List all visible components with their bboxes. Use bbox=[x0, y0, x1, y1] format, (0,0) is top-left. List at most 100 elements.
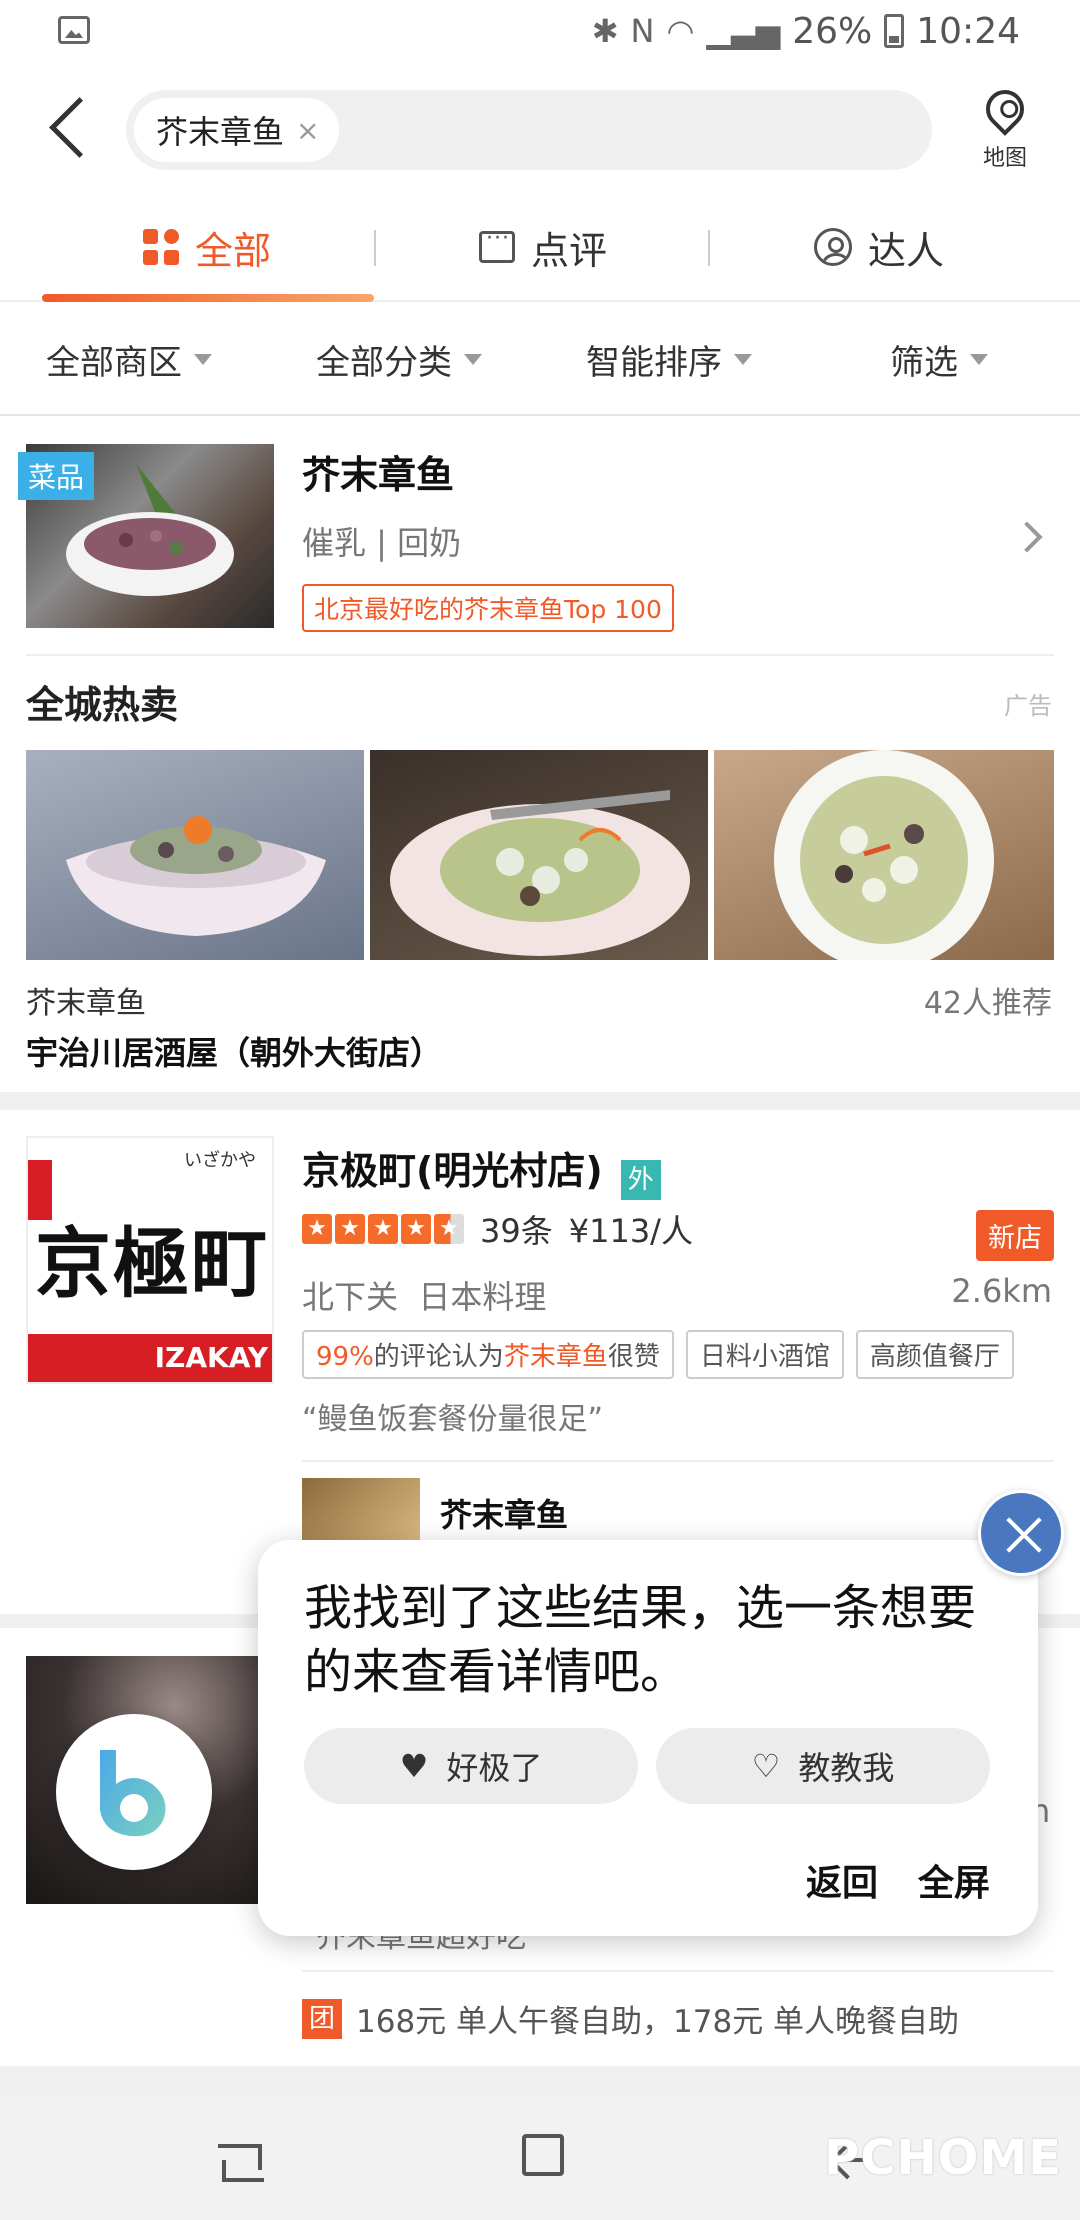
status-bar: ✱ N ◠ ▁▃▅ 26% 10:24 bbox=[0, 0, 1080, 62]
shop-distance: 2.6km bbox=[951, 1272, 1052, 1310]
battery-percent: 26% bbox=[792, 10, 873, 52]
shop-area: 北下关 bbox=[302, 1278, 399, 1316]
filter-bar: 全部商区 全部分类 智能排序 筛选 bbox=[0, 302, 1080, 416]
filter-category-label: 全部分类 bbox=[316, 342, 452, 383]
dish-rank-tag[interactable]: 北京最好吃的芥末章鱼Top 100 bbox=[302, 584, 674, 632]
avg-price: ¥113/人 bbox=[568, 1212, 693, 1250]
praise-suffix: 很赞 bbox=[607, 1342, 660, 1372]
chevron-right-icon bbox=[1011, 521, 1043, 553]
nfc-icon: N bbox=[630, 12, 655, 50]
filter-sort[interactable]: 智能排序 bbox=[586, 302, 752, 416]
system-nav-bar: PCHOME bbox=[0, 2094, 1080, 2220]
tab-all[interactable]: 全部 bbox=[40, 192, 374, 302]
star-icon: ★ bbox=[368, 1214, 398, 1244]
new-shop-badge: 新店 bbox=[976, 1210, 1054, 1261]
clock: 10:24 bbox=[916, 10, 1020, 52]
search-query-chip[interactable]: 芥末章鱼 × bbox=[134, 98, 340, 162]
shop-tag-chip[interactable]: 日料小酒馆 bbox=[685, 1330, 844, 1379]
home-icon[interactable] bbox=[522, 2134, 564, 2176]
active-tab-indicator bbox=[42, 294, 374, 302]
star-icon: ★ bbox=[302, 1214, 332, 1244]
map-label: 地图 bbox=[982, 146, 1027, 171]
dish-bowl-illustration bbox=[774, 750, 994, 960]
rating-stars: ★ ★ ★ ★ ★ bbox=[302, 1214, 464, 1244]
filter-sort-label: 智能排序 bbox=[586, 342, 722, 383]
search-input[interactable]: 芥末章鱼 × bbox=[126, 90, 932, 170]
tab-review-label: 点评 bbox=[530, 228, 607, 273]
shop-category: 日本料理 bbox=[418, 1278, 547, 1316]
section-separator bbox=[0, 2066, 1080, 2094]
recommended-dish-photo bbox=[302, 1478, 420, 1540]
shop-tag-chip[interactable]: 高颜值餐厅 bbox=[855, 1330, 1014, 1379]
recommended-dish-name: 芥末章鱼 bbox=[440, 1496, 569, 1534]
comment-icon bbox=[478, 226, 515, 263]
hot-sale-title: 全城热卖 bbox=[26, 683, 179, 727]
divider bbox=[302, 1970, 1054, 1972]
heart-filled-icon: ♥ bbox=[399, 1747, 429, 1785]
feedback-like-label: 好极了 bbox=[446, 1749, 543, 1787]
hot-recommend-count: 42人推荐 bbox=[923, 986, 1052, 1021]
watermark: PCHOME bbox=[824, 2130, 1062, 2186]
wifi-icon: ◠ bbox=[666, 12, 695, 50]
star-icon: ★ bbox=[335, 1214, 365, 1244]
grid-icon bbox=[142, 229, 179, 265]
tab-divider bbox=[708, 230, 710, 266]
praise-text: 的评论认为 bbox=[373, 1342, 504, 1372]
tab-review[interactable]: 点评 bbox=[376, 192, 710, 302]
filter-area-label: 全部商区 bbox=[46, 342, 182, 383]
logo-strip: IZAKAY bbox=[28, 1334, 272, 1382]
recent-apps-icon[interactable] bbox=[218, 2138, 264, 2182]
back-button[interactable] bbox=[40, 94, 100, 164]
feedback-like-button[interactable]: ♥ 好极了 bbox=[304, 1728, 638, 1804]
assistant-message: 我找到了这些结果，选一条想要的来查看详情吧。 bbox=[304, 1580, 977, 1700]
caret-down-icon bbox=[970, 353, 988, 365]
dish-plate-illustration bbox=[390, 790, 690, 956]
divider bbox=[302, 1460, 1054, 1462]
dish-type-badge: 菜品 bbox=[18, 452, 95, 500]
shop-name: 京极町(明光村店) bbox=[302, 1149, 603, 1193]
hot-photo-1[interactable] bbox=[26, 750, 364, 960]
hot-shop-name[interactable]: 宇治川居酒屋（朝外大街店） bbox=[26, 1028, 442, 1074]
praise-chip[interactable]: 99%的评论认为芥末章鱼很赞 bbox=[302, 1330, 674, 1379]
feedback-teach-button[interactable]: ♡ 教教我 bbox=[656, 1728, 990, 1804]
praise-dish: 芥末章鱼 bbox=[503, 1342, 608, 1372]
group-deal-text[interactable]: 168元 单人午餐自助，178元 单人晚餐自助 bbox=[356, 1996, 959, 2041]
clear-query-icon[interactable]: × bbox=[296, 114, 319, 147]
map-button[interactable]: 地图 bbox=[970, 82, 1040, 171]
dish-subtitle: 催乳 | 回奶 bbox=[302, 524, 462, 562]
status-icons: ✱ N ◠ ▁▃▅ 26% 10:24 bbox=[592, 8, 1020, 54]
shop-logo: いざかや 京極町 IZAKAY bbox=[26, 1136, 274, 1384]
assistant-back-button[interactable]: 返回 bbox=[806, 1854, 878, 1906]
assistant-card: 我找到了这些结果，选一条想要的来查看详情吧。 ♥ 好极了 ♡ 教教我 返回 全屏 bbox=[258, 1540, 1038, 1936]
result-tabs: 全部 点评 达人 bbox=[0, 192, 1080, 302]
bluetooth-icon: ✱ bbox=[591, 12, 619, 50]
star-half-icon: ★ bbox=[434, 1214, 464, 1244]
hot-photo-2[interactable] bbox=[370, 750, 708, 960]
hot-dish-name: 芥末章鱼 bbox=[26, 986, 146, 1021]
user-icon bbox=[813, 228, 852, 266]
filter-more-label: 筛选 bbox=[890, 342, 958, 383]
dish-bowl-illustration bbox=[66, 816, 326, 936]
image-notification-icon bbox=[58, 16, 90, 44]
filter-area[interactable]: 全部商区 bbox=[46, 302, 212, 416]
map-pin-icon bbox=[978, 82, 1032, 136]
section-separator bbox=[0, 1092, 1080, 1110]
tab-expert-label: 达人 bbox=[867, 228, 944, 273]
bixby-logo-icon bbox=[100, 1750, 166, 1837]
close-assistant-button[interactable] bbox=[978, 1490, 1064, 1576]
caret-down-icon bbox=[194, 353, 212, 365]
filter-category[interactable]: 全部分类 bbox=[316, 302, 482, 416]
caret-down-icon bbox=[464, 353, 482, 365]
tab-expert[interactable]: 达人 bbox=[712, 192, 1046, 302]
search-bar: 芥末章鱼 × 地图 bbox=[0, 62, 1080, 192]
divider bbox=[26, 654, 1054, 656]
assistant-fullscreen-button[interactable]: 全屏 bbox=[918, 1854, 990, 1906]
hot-photo-3[interactable] bbox=[714, 750, 1054, 960]
shop-quote: “鳗鱼饭套餐份量很足” bbox=[302, 1402, 604, 1437]
feedback-teach-label: 教教我 bbox=[798, 1749, 895, 1787]
bixby-button[interactable] bbox=[56, 1714, 212, 1870]
takeout-badge: 外 bbox=[620, 1159, 661, 1200]
star-icon: ★ bbox=[401, 1214, 431, 1244]
battery-icon bbox=[884, 14, 905, 48]
filter-more[interactable]: 筛选 bbox=[890, 302, 988, 416]
